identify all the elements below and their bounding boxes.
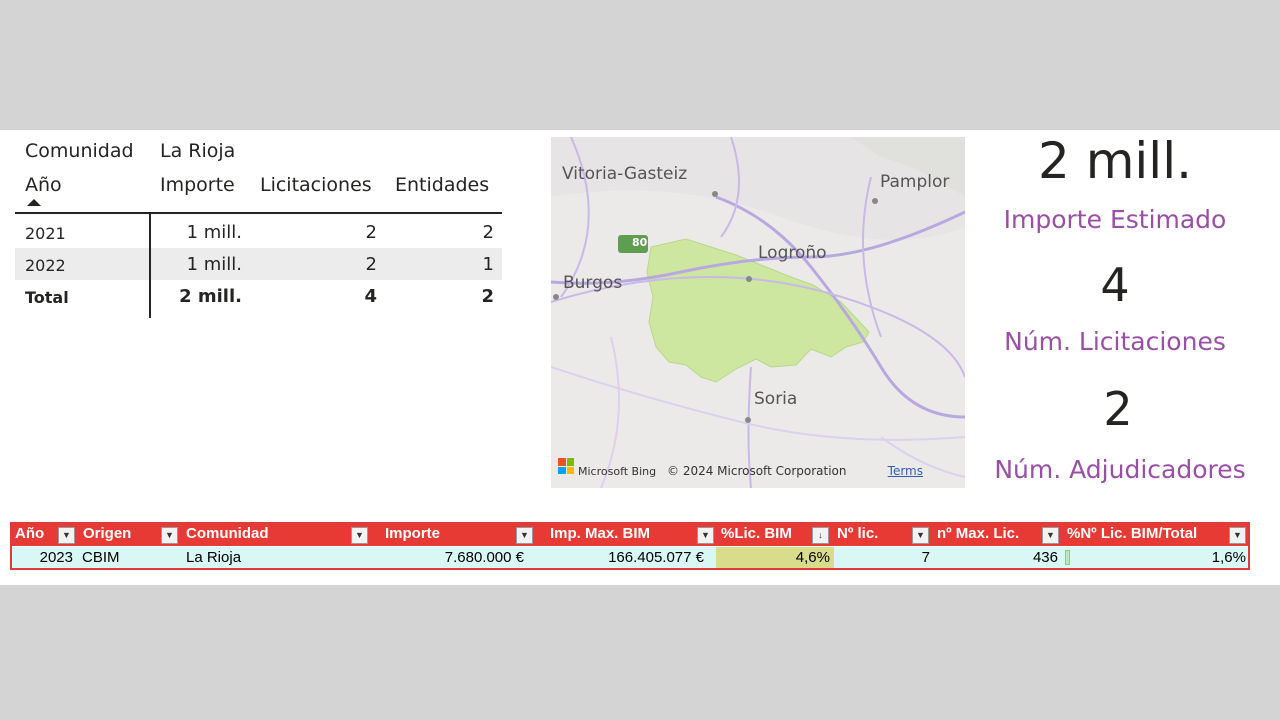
excel-table: Año ▼ Origen ▼ Comunidad ▼ Importe ▼ Imp… [10, 522, 1250, 570]
excel-cell-origen[interactable]: CBIM [82, 549, 120, 566]
excel-cell-comunidad[interactable]: La Rioja [186, 549, 241, 566]
kpi-importe-label: Importe Estimado [1003, 205, 1227, 234]
filter-dropdown-icon[interactable]: ▼ [912, 527, 929, 544]
excel-header-ano[interactable]: Año [12, 524, 44, 546]
excel-cell-n-lic[interactable]: 7 [922, 549, 930, 566]
total-entidades: 2 [481, 286, 494, 307]
city-label-soria: Soria [754, 389, 798, 409]
comunidad-header-label: Comunidad [25, 140, 134, 162]
total-licitaciones: 4 [364, 286, 377, 307]
cell-licitaciones: 2 [365, 254, 377, 275]
excel-cell-pct-lic[interactable]: 4,6% [796, 549, 830, 566]
city-label-burgos: Burgos [563, 273, 623, 293]
cell-entidades: 1 [482, 254, 494, 275]
kpi-adjudicadores-value: 2 [1103, 382, 1133, 436]
filter-dropdown-icon[interactable]: ▼ [1229, 527, 1246, 544]
table-row[interactable]: 2022 1 mill. 2 1 [15, 248, 502, 280]
total-importe: 2 mill. [179, 286, 242, 307]
kpi-adjudicadores-label: Núm. Adjudicadores [994, 455, 1246, 484]
terms-link[interactable]: Terms [888, 464, 923, 478]
column-header-entidades[interactable]: Entidades [395, 174, 489, 196]
city-dot-pamplona [872, 198, 878, 204]
cell-importe: 1 mill. [186, 222, 242, 243]
filter-dropdown-icon[interactable]: ▼ [161, 527, 178, 544]
excel-header-pct-total[interactable]: %Nº Lic. BIM/Total [1064, 524, 1197, 546]
excel-cell-n-max[interactable]: 436 [1033, 549, 1058, 566]
excel-cell-imp-max[interactable]: 166.405.077 € [608, 549, 704, 566]
excel-header-n-max[interactable]: nº Max. Lic. [934, 524, 1019, 546]
sort-ascending-icon[interactable] [27, 199, 41, 206]
city-dot-logrono [746, 276, 752, 282]
city-dot-vitoria [712, 191, 718, 197]
city-dot-soria [745, 417, 751, 423]
row-year: 2021 [25, 224, 66, 243]
excel-header-imp-max[interactable]: Imp. Max. BIM [547, 524, 650, 546]
comunidad-header-value[interactable]: La Rioja [160, 140, 235, 162]
excel-cell-pct-total[interactable]: 1,6% [1212, 549, 1246, 566]
city-dot-burgos [553, 294, 559, 300]
filter-dropdown-icon[interactable]: ▼ [516, 527, 533, 544]
excel-cell-ano[interactable]: 2023 [40, 549, 73, 566]
cell-licitaciones: 2 [365, 222, 377, 243]
excel-header-comunidad[interactable]: Comunidad [183, 524, 269, 546]
row-year: 2022 [25, 256, 66, 275]
excel-header-n-lic[interactable]: Nº lic. [834, 524, 878, 546]
sort-descending-icon[interactable]: ↓ [812, 527, 829, 544]
map-brand: Microsoft Bing [578, 465, 657, 478]
kpi-licitaciones-value: 4 [1100, 258, 1130, 312]
filter-dropdown-icon[interactable]: ▼ [58, 527, 75, 544]
column-header-importe[interactable]: Importe [160, 174, 235, 196]
header-divider [15, 212, 502, 214]
excel-header-importe[interactable]: Importe [382, 524, 440, 546]
city-label-logrono: Logroño [758, 243, 827, 263]
microsoft-logo-icon [558, 458, 574, 474]
excel-cell-importe[interactable]: 7.680.000 € [445, 549, 524, 566]
city-label-pamplona: Pamplor [880, 172, 950, 192]
databar-pct-total [1065, 550, 1070, 565]
filter-active-icon[interactable]: ▼ [351, 527, 368, 544]
city-label-vitoria: Vitoria-Gasteiz [562, 164, 688, 184]
total-row: Total 2 mill. 4 2 [15, 280, 502, 312]
report-panel: Comunidad La Rioja Año Importe Licitacio… [0, 130, 1280, 585]
map-visual[interactable]: 80 Vitoria-Gasteiz Pamplor Logroño Burgo… [551, 137, 965, 488]
column-header-licitaciones[interactable]: Licitaciones [260, 174, 372, 196]
filter-dropdown-icon[interactable]: ▼ [1042, 527, 1059, 544]
excel-header-pct-lic[interactable]: %Lic. BIM [718, 524, 792, 546]
kpi-importe-value: 2 mill. [1038, 132, 1192, 190]
table-row[interactable]: 2021 1 mill. 2 2 [15, 216, 502, 248]
kpi-licitaciones-label: Núm. Licitaciones [1004, 327, 1226, 356]
cell-importe: 1 mill. [186, 254, 242, 275]
filter-dropdown-icon[interactable]: ▼ [697, 527, 714, 544]
excel-header-row: Año ▼ Origen ▼ Comunidad ▼ Importe ▼ Imp… [12, 524, 1248, 546]
row-header-divider [149, 214, 151, 318]
column-header-year[interactable]: Año [25, 174, 62, 196]
map-copyright: © 2024 Microsoft Corporation [667, 464, 847, 478]
cell-entidades: 2 [482, 222, 494, 243]
excel-header-origen[interactable]: Origen [80, 524, 131, 546]
total-label: Total [25, 288, 69, 307]
